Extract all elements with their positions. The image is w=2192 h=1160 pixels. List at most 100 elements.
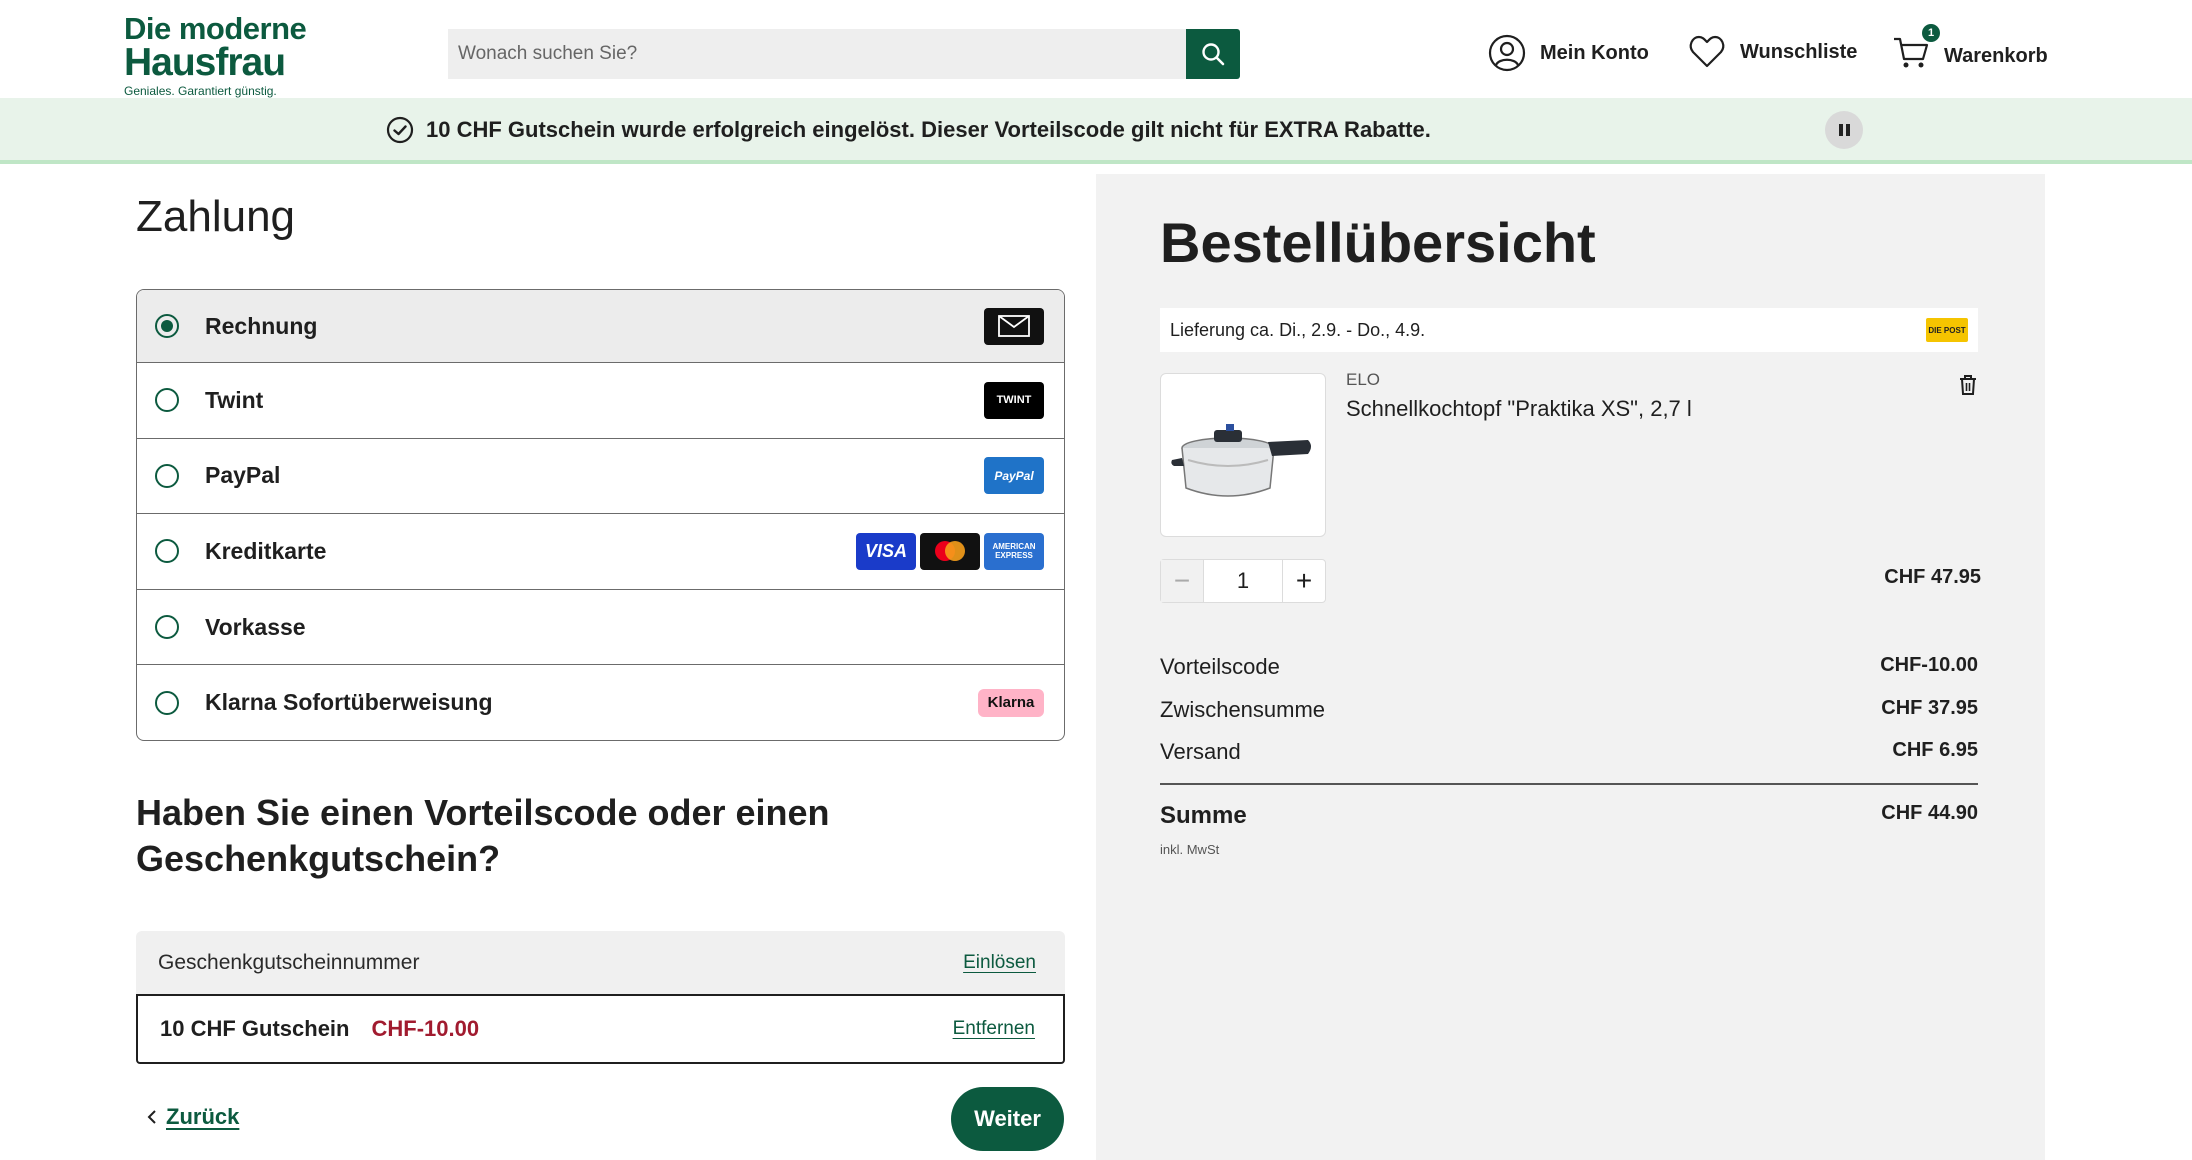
giftcard-input-field[interactable]: Geschenkgutscheinnummer Einlösen	[136, 931, 1065, 994]
applied-voucher-name: 10 CHF Gutschein	[160, 1016, 350, 1041]
mastercard-logo	[920, 532, 980, 570]
vat-note: inkl. MwSt	[1160, 842, 1220, 857]
logo-line1: Die moderne	[124, 11, 307, 46]
site-header: Die moderne Hausfrau Geniales. Garantier…	[0, 0, 2192, 98]
account-label: Mein Konto	[1540, 41, 1649, 64]
payment-icons: TWINT	[984, 381, 1044, 419]
increase-quantity-button[interactable]: +	[1283, 560, 1325, 602]
line-value: CHF 6.95	[1892, 739, 1978, 761]
total-value: CHF 44.90	[1881, 802, 1978, 824]
search-bar	[448, 29, 1240, 79]
payment-icons	[984, 307, 1044, 345]
logo-line2: Hausfrau	[124, 41, 286, 84]
trash-icon	[1960, 375, 1976, 395]
applied-voucher: 10 CHF Gutschein CHF-10.00 Entfernen	[136, 994, 1065, 1064]
line-label: Versand	[1160, 739, 1241, 764]
chevron-left-icon	[147, 1110, 156, 1124]
post-logo: DIE POST	[1926, 318, 1968, 342]
paypal-logo: PayPal	[984, 457, 1044, 495]
line-value: CHF 37.95	[1881, 697, 1978, 719]
delivery-text: Lieferung ca. Di., 2.9. - Do., 4.9.	[1170, 319, 1426, 340]
cart-label: Warenkorb	[1944, 44, 2048, 67]
search-input[interactable]	[448, 29, 1186, 79]
payment-title: Zahlung	[136, 192, 296, 241]
payment-icons: Klarna	[978, 688, 1044, 717]
payment-option-klarna[interactable]: Klarna Sofortüberweisung Klarna	[137, 664, 1064, 740]
cart-link[interactable]: 1 Warenkorb	[1892, 24, 2048, 78]
next-button[interactable]: Weiter	[951, 1087, 1064, 1151]
summary-divider	[1160, 783, 1978, 785]
banner-message: 10 CHF Gutschein wurde erfolgreich einge…	[426, 117, 1431, 142]
search-icon	[1202, 43, 1225, 66]
back-label: Zurück	[166, 1104, 240, 1129]
payment-label: Rechnung	[205, 312, 318, 339]
pause-banner-button[interactable]	[1825, 111, 1863, 149]
radio-paypal[interactable]	[155, 463, 179, 488]
summary-line-subtotal: Zwischensumme CHF 37.95	[1160, 697, 1978, 723]
giftcard-input-label: Geschenkgutscheinnummer	[158, 950, 420, 974]
payment-label: Twint	[205, 386, 264, 413]
site-logo[interactable]: Die moderne Hausfrau Geniales. Garantier…	[124, 11, 307, 98]
payment-option-rechnung[interactable]: Rechnung	[137, 290, 1064, 362]
order-summary: Bestellübersicht Lieferung ca. Di., 2.9.…	[1096, 174, 2045, 1160]
line-label: Zwischensumme	[1160, 697, 1326, 722]
wishlist-link[interactable]: Wunschliste	[1688, 34, 1857, 70]
amex-logo: AMERICAN EXPRESS	[984, 532, 1044, 570]
decrease-quantity-button[interactable]: −	[1161, 560, 1203, 602]
account-link[interactable]: Mein Konto	[1488, 34, 1649, 72]
payment-icons: VISA AMERICAN EXPRESS	[856, 532, 1044, 570]
voucher-success-banner: 10 CHF Gutschein wurde erfolgreich einge…	[0, 98, 2192, 164]
user-icon	[1488, 34, 1526, 72]
payment-label: Vorkasse	[205, 613, 306, 640]
product-brand: ELO	[1346, 370, 1381, 389]
heart-icon	[1689, 35, 1725, 68]
product-price: CHF 47.95	[1884, 566, 1981, 588]
quantity-stepper: − 1 +	[1160, 559, 1326, 603]
envelope-icon	[984, 307, 1044, 345]
product-image[interactable]	[1160, 373, 1326, 537]
product-name[interactable]: Schnellkochtopf "Praktika XS", 2,7 l	[1346, 396, 1692, 422]
line-value: CHF-10.00	[1880, 654, 1978, 676]
payment-option-twint[interactable]: Twint TWINT	[137, 362, 1064, 438]
wishlist-label: Wunschliste	[1740, 40, 1858, 63]
search-button[interactable]	[1186, 29, 1240, 79]
line-label: Vorteilscode	[1160, 654, 1280, 679]
applied-voucher-amount: CHF-10.00	[371, 1016, 480, 1041]
redeem-link[interactable]: Einlösen	[963, 952, 1036, 974]
payment-option-paypal[interactable]: PayPal PayPal	[137, 437, 1064, 514]
payment-option-kreditkarte[interactable]: Kreditkarte VISA AMERICAN EXPRESS	[137, 513, 1064, 589]
payment-label: PayPal	[205, 462, 281, 489]
quantity-value[interactable]: 1	[1203, 560, 1283, 602]
payment-methods-list: Rechnung Twint TWINT PayPal PayPal Kredi…	[136, 289, 1065, 741]
remove-voucher-link[interactable]: Entfernen	[953, 1018, 1035, 1040]
payment-icons: PayPal	[984, 457, 1044, 495]
cart-icon-wrap: 1	[1892, 24, 1940, 78]
total-label: Summe	[1160, 802, 1247, 829]
klarna-logo: Klarna	[978, 688, 1044, 717]
radio-kreditkarte[interactable]	[155, 539, 179, 564]
cart-count-badge: 1	[1922, 24, 1940, 42]
summary-total: Summe CHF 44.90	[1160, 802, 1978, 830]
summary-title: Bestellübersicht	[1160, 211, 1596, 274]
voucher-title: Haben Sie einen Vorteilscode oder einen …	[136, 792, 830, 879]
summary-line-discount: Vorteilscode CHF-10.00	[1160, 654, 1978, 680]
remove-item-button[interactable]	[1958, 374, 1978, 401]
radio-vorkasse[interactable]	[155, 615, 179, 640]
check-circle-icon	[386, 116, 414, 144]
pause-icon-bar	[1845, 124, 1850, 136]
banner-content: 10 CHF Gutschein wurde erfolgreich einge…	[386, 116, 1431, 144]
logo-tagline: Geniales. Garantiert günstig.	[124, 84, 277, 98]
payment-label: Klarna Sofortüberweisung	[205, 689, 493, 716]
payment-label: Kreditkarte	[205, 537, 327, 564]
back-link[interactable]: Zurück	[146, 1104, 239, 1130]
visa-logo: VISA	[856, 532, 916, 570]
pressure-cooker-image	[1171, 424, 1311, 497]
payment-option-vorkasse[interactable]: Vorkasse	[137, 588, 1064, 665]
summary-line-shipping: Versand CHF 6.95	[1160, 739, 1978, 765]
radio-klarna[interactable]	[155, 690, 179, 715]
radio-rechnung[interactable]	[155, 314, 179, 338]
pause-icon	[1838, 124, 1843, 136]
twint-logo: TWINT	[984, 381, 1044, 419]
radio-twint[interactable]	[155, 388, 179, 413]
delivery-info: Lieferung ca. Di., 2.9. - Do., 4.9. DIE …	[1160, 308, 1978, 352]
